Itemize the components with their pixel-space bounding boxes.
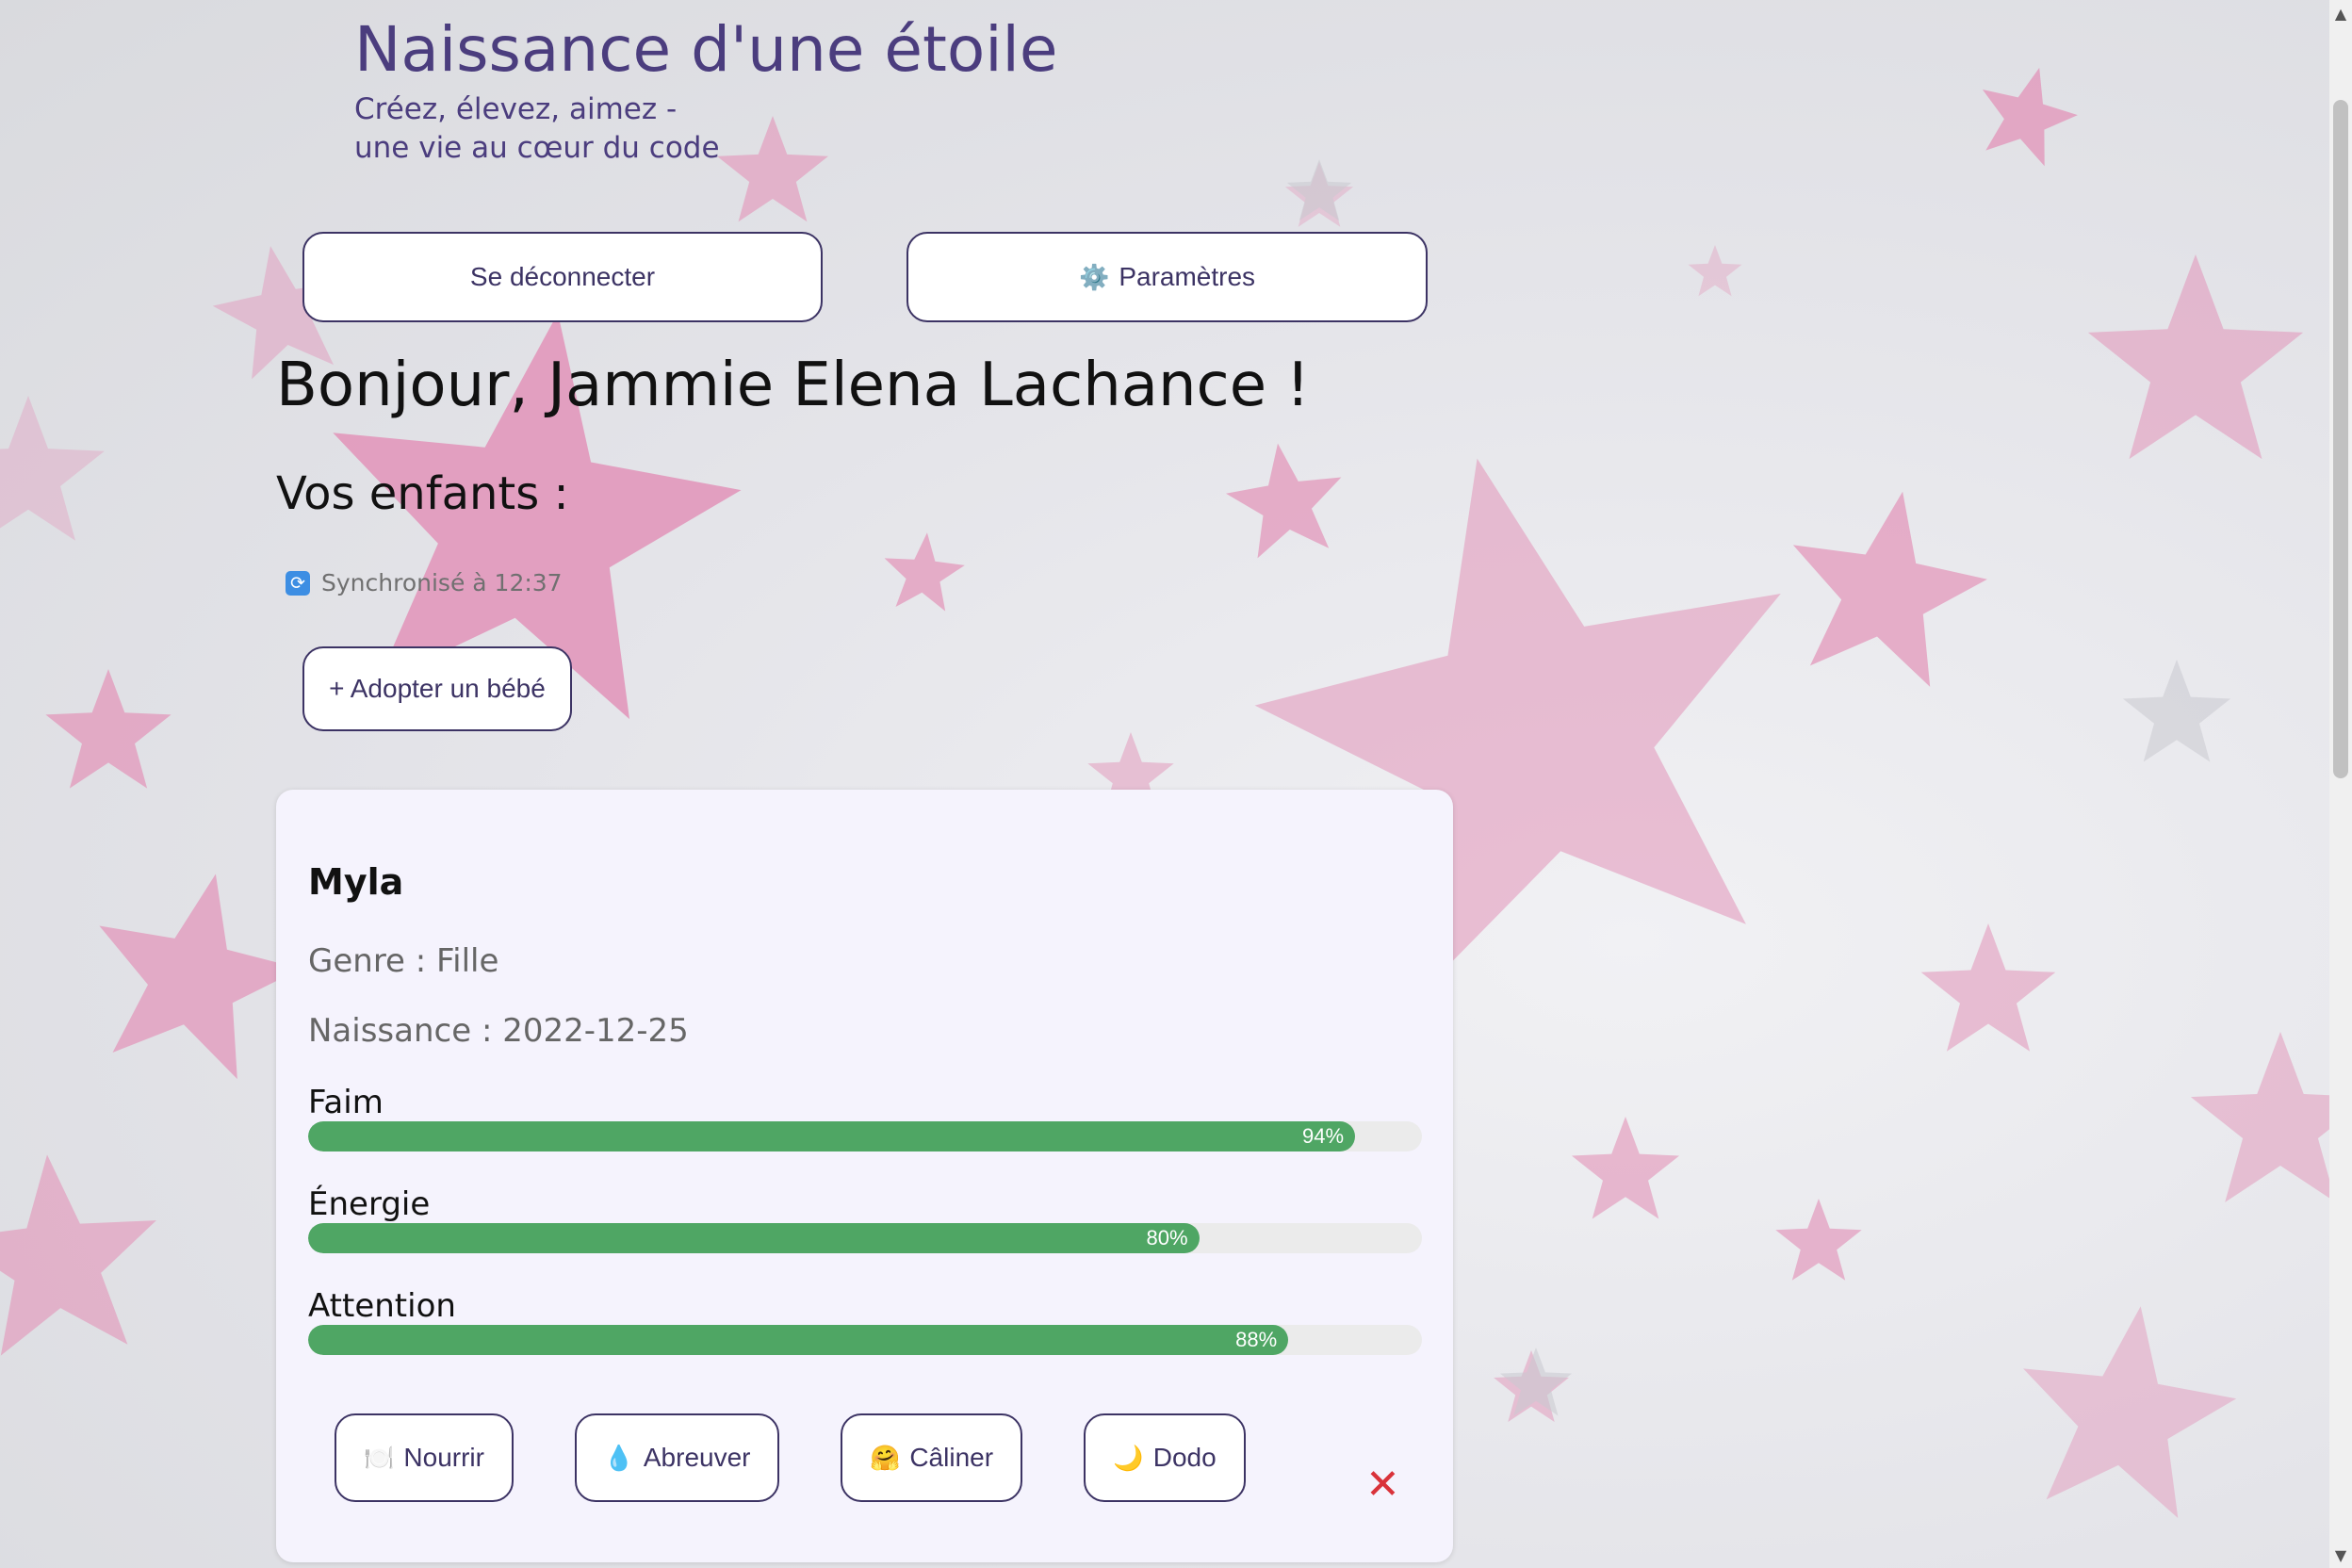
background-star: [1982, 67, 2078, 167]
settings-label: Paramètres: [1119, 262, 1256, 291]
child-card: Myla Genre : Fille Naissance : 2022-12-2…: [276, 790, 1453, 1562]
background-star: [1571, 1117, 1680, 1219]
attention-percent: 88%: [1235, 1328, 1278, 1351]
attention-bar-fill: 88%: [308, 1325, 1289, 1355]
scroll-thumb[interactable]: [2333, 100, 2348, 778]
delete-child-icon[interactable]: ✕: [1365, 1461, 1400, 1509]
subtitle-line-1: Créez, élevez, aimez -: [354, 92, 678, 126]
energy-bar-fill: 80%: [308, 1223, 1200, 1253]
feed-button[interactable]: 🍽️ Nourrir: [335, 1413, 514, 1502]
background-star: [45, 669, 172, 789]
energy-bar: 80%: [308, 1223, 1422, 1253]
background-star: [1920, 923, 2056, 1052]
hunger-percent: 94%: [1302, 1124, 1345, 1148]
stat-label-hunger: Faim: [308, 1084, 384, 1121]
background-star: [2190, 1032, 2329, 1202]
feed-label: Nourrir: [403, 1443, 484, 1472]
attention-bar: 88%: [308, 1325, 1422, 1355]
plate-icon: 🍽️: [364, 1443, 395, 1472]
background-star: [2122, 660, 2231, 762]
hug-icon: 🤗: [869, 1443, 901, 1472]
sync-status-text: Synchronisé à 12:37: [321, 569, 563, 596]
hunger-bar: 94%: [308, 1121, 1422, 1152]
subtitle-line-2: une vie au cœur du code: [354, 131, 720, 165]
adopt-baby-button[interactable]: + Adopter un bébé: [302, 646, 572, 731]
page-scrollbar[interactable]: ▲ ▼: [2329, 0, 2352, 1568]
cuddle-button[interactable]: 🤗 Câliner: [841, 1413, 1022, 1502]
background-star: [2087, 254, 2304, 460]
moon-icon: 🌙: [1113, 1443, 1144, 1472]
cuddle-label: Câliner: [909, 1443, 994, 1472]
child-name: Myla: [308, 861, 404, 903]
background-star: [1688, 245, 1742, 297]
hunger-bar-fill: 94%: [308, 1121, 1356, 1152]
child-genre: Genre : Fille: [308, 942, 499, 980]
sync-icon: ⟳: [286, 570, 310, 596]
scroll-up-icon[interactable]: ▲: [2329, 2, 2352, 24]
energy-percent: 80%: [1146, 1226, 1188, 1250]
adopt-label: + Adopter un bébé: [329, 674, 546, 703]
logout-label: Se déconnecter: [469, 262, 656, 291]
sleep-button[interactable]: 🌙 Dodo: [1084, 1413, 1246, 1502]
stat-label-energy: Énergie: [308, 1185, 431, 1223]
scroll-down-icon[interactable]: ▼: [2329, 1544, 2352, 1566]
sleep-label: Dodo: [1152, 1443, 1217, 1472]
background-star: [0, 1154, 156, 1356]
logout-button[interactable]: Se déconnecter: [302, 232, 823, 322]
background-star: [1226, 443, 1342, 559]
sync-status: ⟳ Synchronisé à 12:37: [286, 569, 563, 596]
water-drop-icon: 💧: [603, 1443, 634, 1472]
background-star: [884, 532, 965, 612]
site-title: Naissance d'une étoile: [354, 13, 1058, 86]
background-star: [2023, 1306, 2237, 1518]
background-star: [0, 396, 105, 541]
settings-button[interactable]: ⚙️ Paramètres: [906, 232, 1428, 322]
give-water-label: Abreuver: [643, 1443, 751, 1472]
background-star: [99, 874, 302, 1080]
background-star: [717, 116, 828, 222]
gear-icon: ⚙️: [1078, 262, 1110, 291]
background-star: [1792, 491, 1987, 687]
stat-label-attention: Attention: [308, 1287, 456, 1325]
give-water-button[interactable]: 💧 Abreuver: [575, 1413, 779, 1502]
site-subtitle: Créez, élevez, aimez - une vie au cœur d…: [354, 90, 720, 168]
child-birth-date: Naissance : 2022-12-25: [308, 1012, 689, 1050]
background-star: [1775, 1199, 1862, 1281]
children-heading: Vos enfants :: [276, 467, 569, 520]
greeting-heading: Bonjour, Jammie Elena Lachance !: [276, 351, 1311, 420]
